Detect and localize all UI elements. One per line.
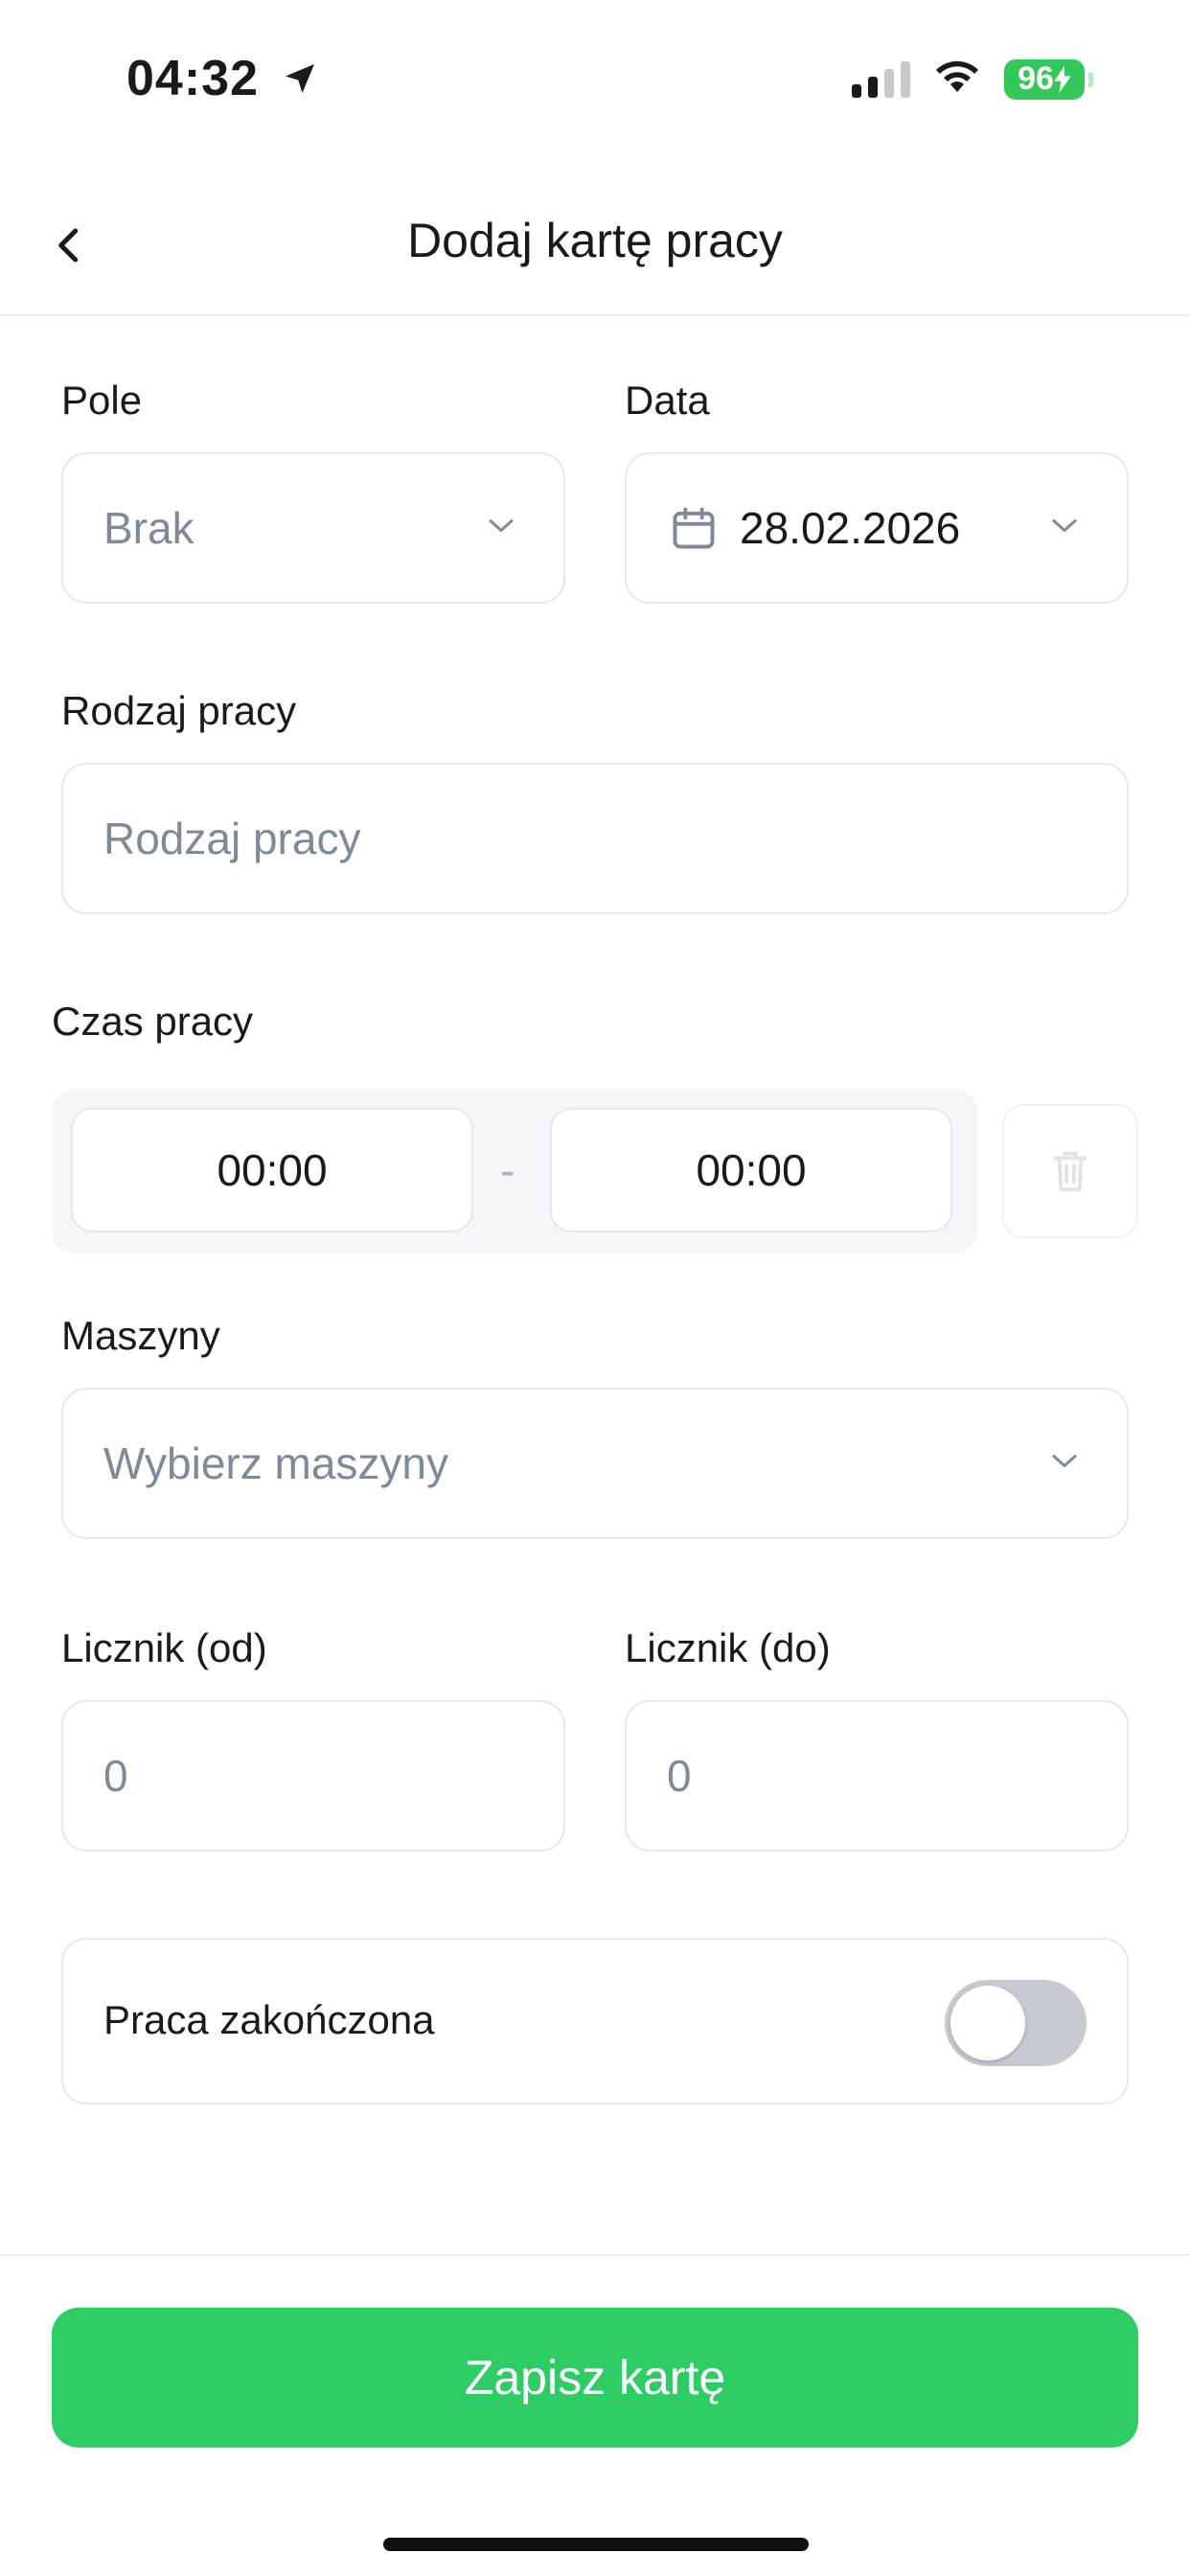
counter-from-label: Licznik (od)	[61, 1625, 267, 1670]
nav-header: Dodaj kartę pracy	[0, 182, 1190, 316]
wifi-icon	[931, 58, 983, 101]
footer-divider	[0, 2254, 1190, 2256]
field-label: Pole	[61, 378, 143, 423]
work-completed-row: Praca zakończona	[61, 1938, 1129, 2104]
cellular-signal-icon	[852, 60, 910, 98]
chevron-down-icon	[487, 518, 515, 540]
machines-select[interactable]: Wybierz maszyny	[61, 1388, 1129, 1539]
status-time: 04:32	[126, 50, 319, 110]
chevron-down-icon	[1050, 1453, 1079, 1475]
page-title: Dodaj kartę pracy	[407, 214, 783, 267]
date-picker[interactable]: 28.02.2026	[625, 452, 1129, 604]
work-type-input[interactable]: Rodzaj pracy	[61, 763, 1129, 914]
location-arrow-icon	[281, 53, 319, 110]
battery-icon: 96	[1004, 58, 1093, 100]
date-label: Data	[625, 378, 710, 423]
trash-icon	[1053, 1151, 1087, 1192]
work-completed-toggle[interactable]	[945, 1980, 1087, 2066]
status-indicators: 96	[852, 58, 1093, 101]
home-indicator	[383, 2538, 809, 2551]
counter-to-input[interactable]: 0	[625, 1700, 1129, 1852]
time-from-input[interactable]: 00:00	[71, 1108, 473, 1232]
field-select[interactable]: Brak	[61, 452, 565, 604]
work-completed-label: Praca zakończona	[103, 1997, 435, 2042]
work-time-range: 00:00 - 00:00	[52, 1089, 977, 1254]
counter-to-label: Licznik (do)	[625, 1625, 831, 1670]
delete-time-button[interactable]	[1002, 1104, 1138, 1238]
time-to-input[interactable]: 00:00	[550, 1108, 952, 1232]
charging-bolt-icon	[1054, 65, 1071, 93]
toggle-knob	[950, 1986, 1025, 2060]
work-time-label: Czas pracy	[52, 999, 254, 1044]
time-separator: -	[500, 1145, 515, 1195]
save-card-button[interactable]: Zapisz kartę	[52, 2308, 1138, 2448]
machines-label: Maszyny	[61, 1313, 220, 1358]
work-type-label: Rodzaj pracy	[61, 688, 297, 733]
chevron-down-icon	[1050, 518, 1079, 540]
calendar-icon	[669, 503, 719, 553]
counter-from-input[interactable]: 0	[61, 1700, 565, 1852]
status-bar: 04:32 96	[0, 0, 1190, 163]
